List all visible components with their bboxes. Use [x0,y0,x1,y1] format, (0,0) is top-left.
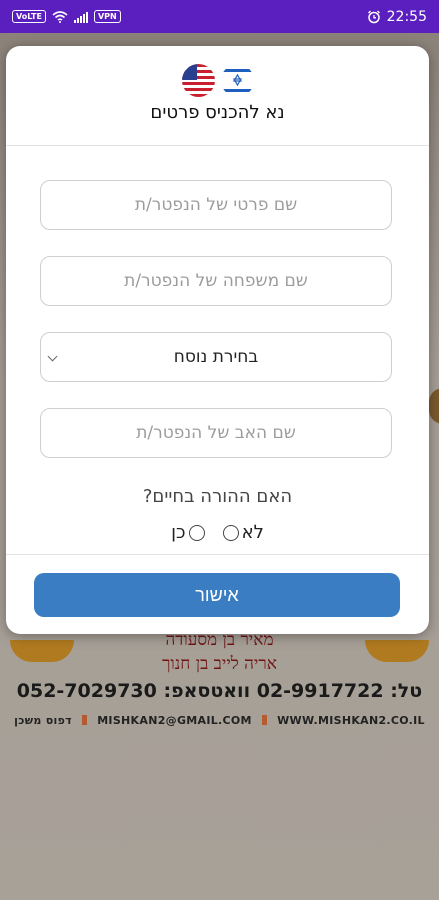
footer-divider [6,554,429,555]
first-name-input[interactable]: שם פרטי של הנפטר/ת [40,180,392,230]
contact-phones: טל: 02-9917722 וואטסאפ: 052-7029730 [16,680,423,702]
status-left: VoLTE VPN [12,10,121,23]
clock: 22:55 [386,8,427,25]
contact-web: דפוס משכן MISHKAN2@GMAIL.COM WWW.MISHKAN… [0,714,439,727]
header-divider [6,145,429,146]
details-dialog: נא להכניס פרטים שם פרטי של הנפטר/ת שם מש… [6,46,429,634]
parent-alive-radio-group: לא כן [6,522,429,543]
confirm-button[interactable]: אישור [34,573,400,617]
website-text: WWW.MISHKAN2.CO.IL [277,714,425,727]
wifi-icon [52,10,68,23]
last-name-input[interactable]: שם משפחה של הנפטר/ת [40,256,392,306]
parent-alive-question: האם ההורה בחיים? [142,486,293,507]
dialog-title: נא להכניס פרטים [150,102,285,123]
usa-flag-icon[interactable] [181,64,215,97]
nusach-select[interactable]: בחירת נוסח [40,332,392,382]
square-icon [261,715,267,725]
memorial-name-line2: אריה לייב בן חנוך [162,654,277,674]
status-right: 22:55 [367,9,427,25]
language-flags [6,64,429,97]
signal-icon [73,11,88,23]
chevron-down-icon [47,351,58,362]
square-icon [82,715,88,725]
radio-yes-circle[interactable] [188,524,205,541]
volte-badge: VoLTE [12,10,46,23]
radio-no-label: לא [241,522,264,543]
father-name-input[interactable]: שם האב של הנפטר/ת [40,408,392,458]
radio-no-circle[interactable] [222,524,239,541]
print-label: דפוס משכן [14,714,72,727]
radio-no[interactable]: לא [222,522,264,543]
radio-yes-label: כן [171,522,186,543]
alarm-icon [367,10,380,23]
vpn-badge: VPN [93,10,121,23]
status-bar: VoLTE VPN 22:55 [0,0,439,33]
radio-yes[interactable]: כן [171,522,205,543]
email-text: MISHKAN2@GMAIL.COM [97,714,252,727]
israel-flag-icon[interactable] [220,64,254,97]
nusach-select-value: בחירת נוסח [173,347,259,367]
